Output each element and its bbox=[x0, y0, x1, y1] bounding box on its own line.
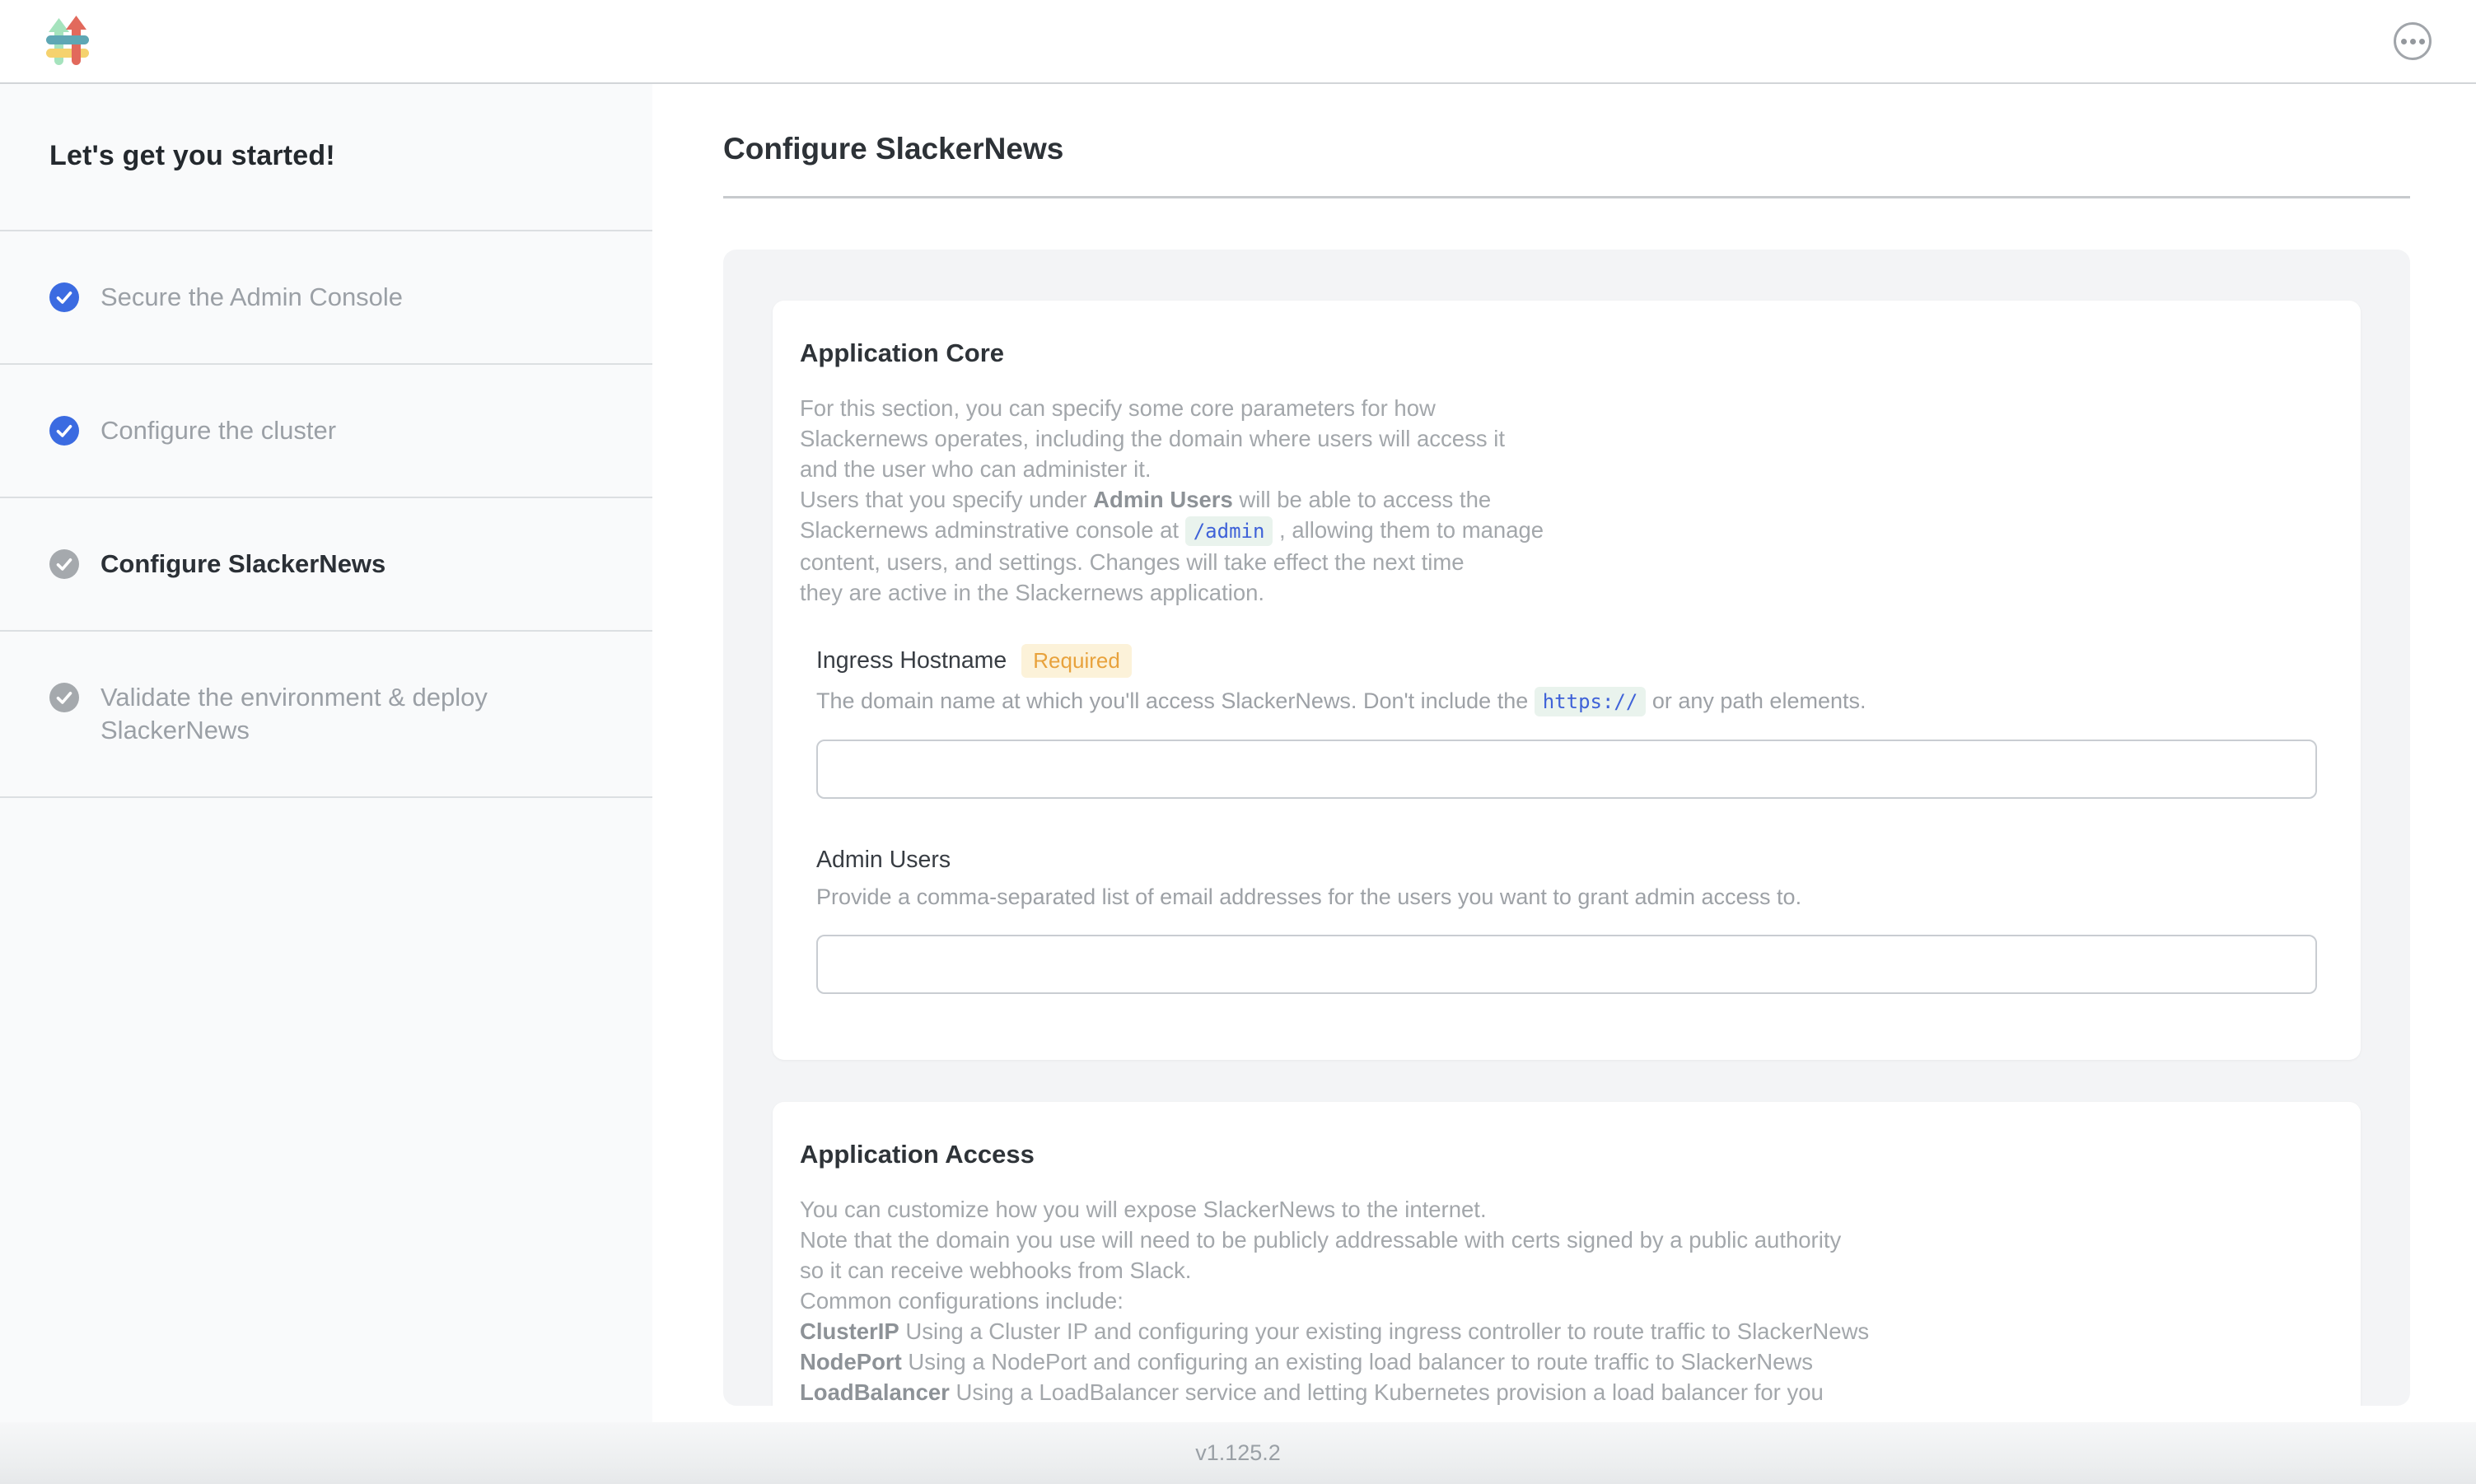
sidebar-step-configure-cluster[interactable]: Configure the cluster bbox=[0, 365, 652, 498]
slackernews-logo-icon bbox=[46, 16, 89, 67]
app-footer: v1.125.2 bbox=[0, 1422, 2476, 1484]
application-core-card: Application Core For this section, you c… bbox=[773, 301, 2361, 1060]
checkmark-circle-icon bbox=[49, 416, 79, 446]
ellipsis-icon bbox=[2410, 39, 2416, 44]
title-divider bbox=[723, 196, 2410, 198]
config-panel: Application Core For this section, you c… bbox=[723, 250, 2410, 1406]
application-access-card: Application Access You can customize how… bbox=[773, 1102, 2361, 1406]
config-main-area: Configure SlackerNews Application Core F… bbox=[652, 84, 2476, 1422]
ingress-hostname-help: The domain name at which you'll access S… bbox=[816, 686, 2317, 716]
more-options-button[interactable] bbox=[2394, 22, 2432, 60]
sidebar-step-validate-and-deploy[interactable]: Validate the environment & deploy Slacke… bbox=[0, 632, 652, 798]
admin-users-field: Admin Users Provide a comma-separated li… bbox=[816, 847, 2317, 994]
ingress-hostname-label: Ingress Hostname bbox=[816, 647, 1007, 674]
sidebar-step-configure-slackernews[interactable]: Configure SlackerNews bbox=[0, 498, 652, 632]
setup-steps-sidebar: Let's get you started! Secure the Admin … bbox=[0, 84, 652, 1422]
version-label: v1.125.2 bbox=[1195, 1440, 1281, 1466]
content-shell: Let's get you started! Secure the Admin … bbox=[0, 84, 2476, 1422]
page-title: Configure SlackerNews bbox=[723, 132, 2410, 166]
sidebar-heading: Let's get you started! bbox=[0, 84, 652, 231]
checkmark-circle-icon bbox=[49, 549, 79, 579]
step-label: Configure the cluster bbox=[100, 414, 336, 447]
step-label: Configure SlackerNews bbox=[100, 548, 385, 581]
step-label: Secure the Admin Console bbox=[100, 281, 403, 314]
card-heading: Application Core bbox=[800, 338, 2334, 368]
required-badge: Required bbox=[1021, 644, 1132, 678]
field-label-row: Ingress Hostname Required bbox=[816, 644, 2317, 678]
checkmark-circle-icon bbox=[49, 683, 79, 712]
checkmark-circle-icon bbox=[49, 282, 79, 312]
card-heading: Application Access bbox=[800, 1140, 2334, 1169]
step-label: Validate the environment & deploy Slacke… bbox=[100, 681, 603, 747]
card-description: For this section, you can specify some c… bbox=[800, 393, 2334, 608]
card-description: You can customize how you will expose Sl… bbox=[800, 1194, 2334, 1406]
admin-users-label: Admin Users bbox=[816, 847, 951, 874]
admin-users-help: Provide a comma-separated list of email … bbox=[816, 882, 2317, 912]
ellipsis-icon bbox=[2401, 39, 2407, 44]
field-label-row: Admin Users bbox=[816, 847, 2317, 874]
ellipsis-icon bbox=[2419, 39, 2425, 44]
sidebar-step-secure-admin-console[interactable]: Secure the Admin Console bbox=[0, 231, 652, 365]
ingress-hostname-input[interactable] bbox=[816, 740, 2317, 799]
app-header bbox=[0, 0, 2476, 84]
ingress-hostname-field: Ingress Hostname Required The domain nam… bbox=[816, 644, 2317, 799]
admin-users-input[interactable] bbox=[816, 935, 2317, 994]
